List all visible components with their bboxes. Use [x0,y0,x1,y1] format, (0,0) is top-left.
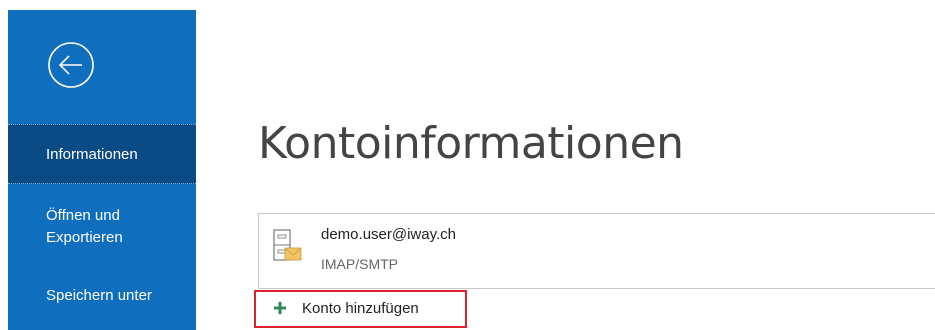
mail-server-icon [273,229,302,261]
sidebar-item-label-line2: Exportieren [46,229,123,246]
backstage-sidebar: Informationen Öffnen und Exportieren Spe… [8,10,196,330]
add-account-button[interactable]: Konto hinzufügen [254,290,467,328]
back-button[interactable] [46,40,96,90]
account-selector[interactable]: demo.user@iway.ch IMAP/SMTP [258,213,935,289]
account-email: demo.user@iway.ch [321,226,456,243]
main-content: Kontoinformationen demo.user@iway.ch IMA… [196,10,935,330]
sidebar-item-speichern-unter[interactable]: Speichern unter [8,285,196,315]
backstage-view: Informationen Öffnen und Exportieren Spe… [0,0,935,330]
add-account-label: Konto hinzufügen [302,300,419,317]
sidebar-item-label-line1: Öffnen und [46,207,120,224]
plus-icon [274,302,286,314]
sidebar-item-label: Informationen [46,146,138,163]
top-strip [0,0,935,10]
account-type: IMAP/SMTP [321,256,399,272]
page-title: Kontoinformationen [258,118,684,169]
sidebar-item-informationen[interactable]: Informationen [8,124,196,184]
sidebar-item-label: Speichern unter [46,287,152,304]
back-arrow-icon [48,42,94,88]
sidebar-item-oeffnen-exportieren[interactable]: Öffnen und Exportieren [8,205,196,259]
